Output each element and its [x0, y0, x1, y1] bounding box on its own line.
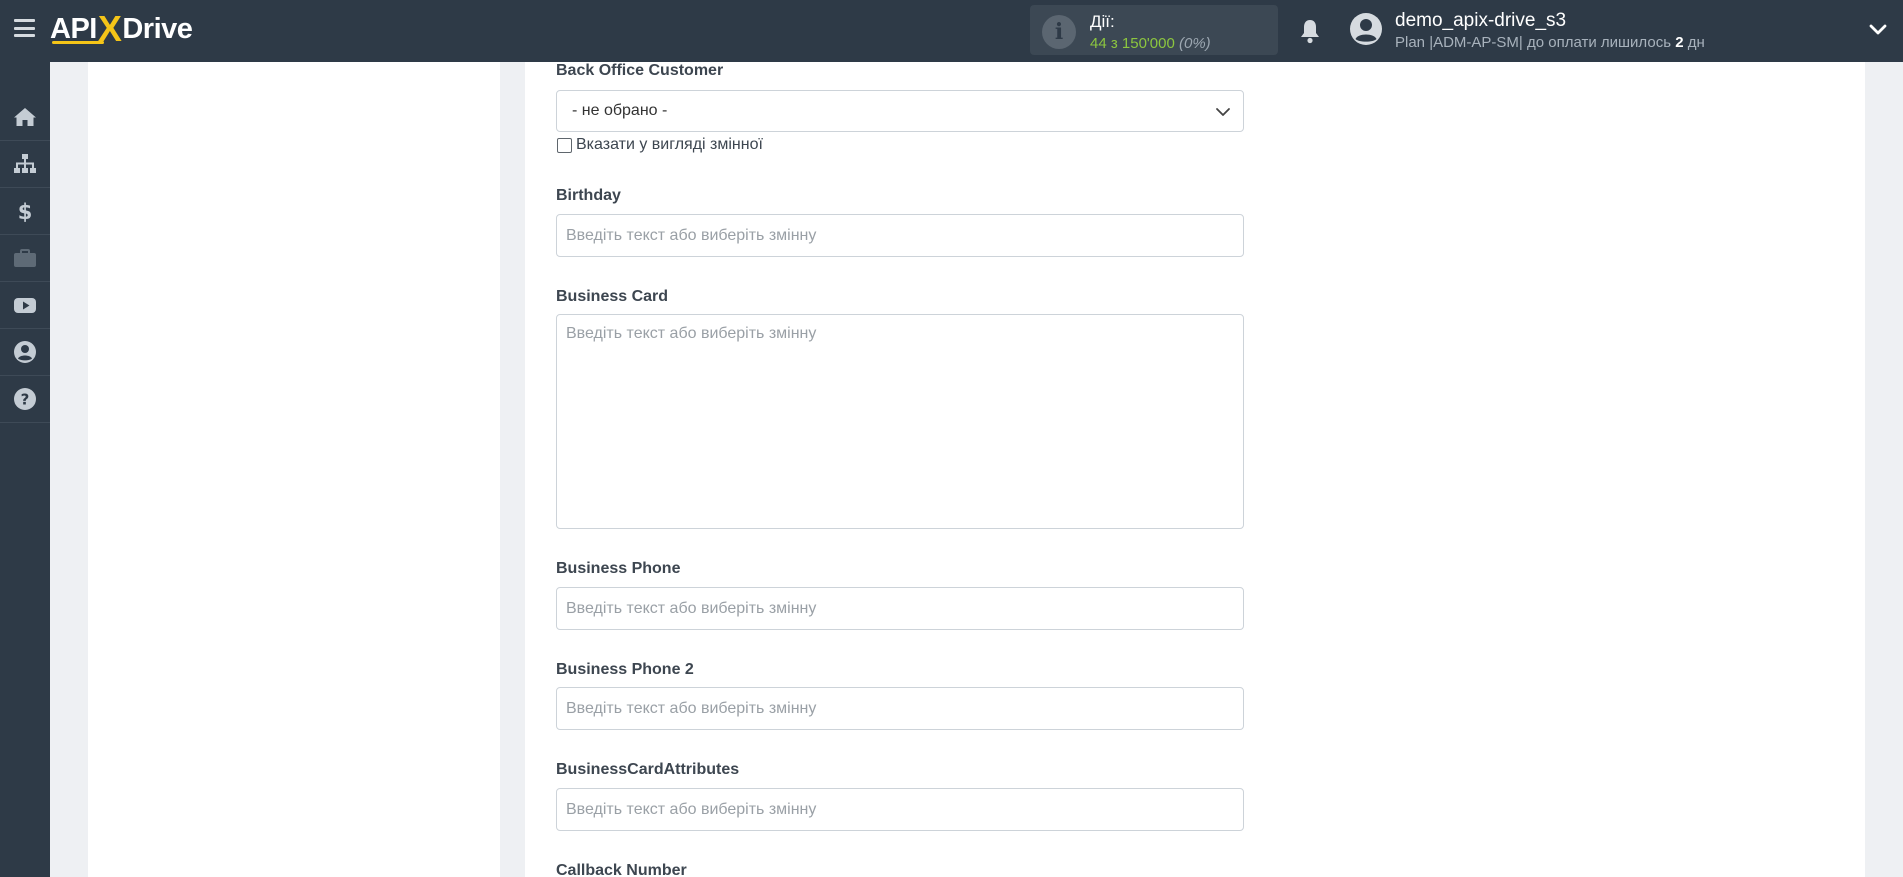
- sidebar-item-billing[interactable]: $: [0, 188, 50, 235]
- back-office-customer-select[interactable]: - не обрано -: [556, 90, 1244, 132]
- variable-checkbox-label[interactable]: Вказати у вигляді змінної: [576, 136, 763, 154]
- sidebar-item-video[interactable]: [0, 282, 50, 329]
- dollar-icon: $: [18, 200, 33, 224]
- business-card-attributes-input[interactable]: [556, 788, 1244, 831]
- back-office-customer-label: Back Office Customer: [556, 62, 724, 79]
- sitemap-icon: [14, 154, 36, 173]
- plan-prefix: Plan |ADM-AP-SM| до оплати лишилось: [1395, 34, 1676, 51]
- info-icon: i: [1042, 15, 1076, 49]
- callback-number-label: Callback Number: [556, 862, 687, 877]
- sidebar-item-help[interactable]: ?: [0, 376, 50, 423]
- home-icon: [14, 108, 36, 126]
- user-plan: Plan |ADM-AP-SM| до оплати лишилось 2 дн: [1395, 34, 1705, 51]
- menu-icon[interactable]: [14, 19, 35, 37]
- top-bar: API X Drive i Дії: 44 з 150'000 (0%) demo_…: [0, 0, 1903, 62]
- bell-icon[interactable]: [1298, 18, 1322, 44]
- business-phone-input[interactable]: [556, 587, 1244, 630]
- actions-value: 44 з 150'000 (0%): [1090, 35, 1211, 52]
- actions-counter[interactable]: i Дії: 44 з 150'000 (0%): [1030, 5, 1278, 55]
- sidebar-item-home[interactable]: [0, 94, 50, 141]
- plan-suffix: дн: [1683, 34, 1705, 51]
- help-circle-icon: ?: [14, 388, 36, 410]
- actions-limit: 150'000: [1121, 35, 1175, 52]
- actions-sep: з: [1106, 35, 1122, 52]
- sidebar-item-connections[interactable]: [0, 141, 50, 188]
- actions-percent: (0%): [1179, 35, 1211, 52]
- avatar[interactable]: [1349, 12, 1383, 46]
- birthday-input[interactable]: [556, 214, 1244, 257]
- business-card-textarea[interactable]: [556, 314, 1244, 529]
- birthday-label: Birthday: [556, 187, 621, 204]
- sidebar: $ ?: [0, 62, 50, 877]
- business-phone-2-label: Business Phone 2: [556, 661, 694, 678]
- back-office-customer-selected: - не обрано -: [572, 102, 668, 119]
- logo-text-drive: Drive: [122, 12, 193, 45]
- chevron-down-icon[interactable]: [1868, 22, 1888, 38]
- variable-checkbox-row[interactable]: Вказати у вигляді змінної: [557, 136, 763, 154]
- user-circle-icon: [14, 341, 36, 363]
- user-name[interactable]: demo_apix-drive_s3: [1395, 10, 1566, 32]
- logo-underline: [52, 41, 104, 44]
- youtube-icon: [14, 298, 36, 313]
- svg-text:?: ?: [21, 391, 30, 409]
- briefcase-icon: [14, 249, 36, 267]
- svg-text:$: $: [18, 200, 33, 224]
- business-phone-2-input[interactable]: [556, 687, 1244, 730]
- sidebar-item-services[interactable]: [0, 235, 50, 282]
- business-card-label: Business Card: [556, 288, 669, 305]
- business-phone-label: Business Phone: [556, 560, 681, 577]
- plan-days: 2: [1675, 34, 1684, 51]
- chevron-down-icon: [1216, 108, 1230, 116]
- left-panel: [88, 62, 500, 877]
- sidebar-item-profile[interactable]: [0, 329, 50, 376]
- variable-checkbox[interactable]: [557, 137, 572, 153]
- actions-count: 44: [1090, 35, 1107, 52]
- business-card-attributes-label: BusinessCardAttributes: [556, 761, 740, 778]
- actions-label: Дії:: [1090, 12, 1115, 31]
